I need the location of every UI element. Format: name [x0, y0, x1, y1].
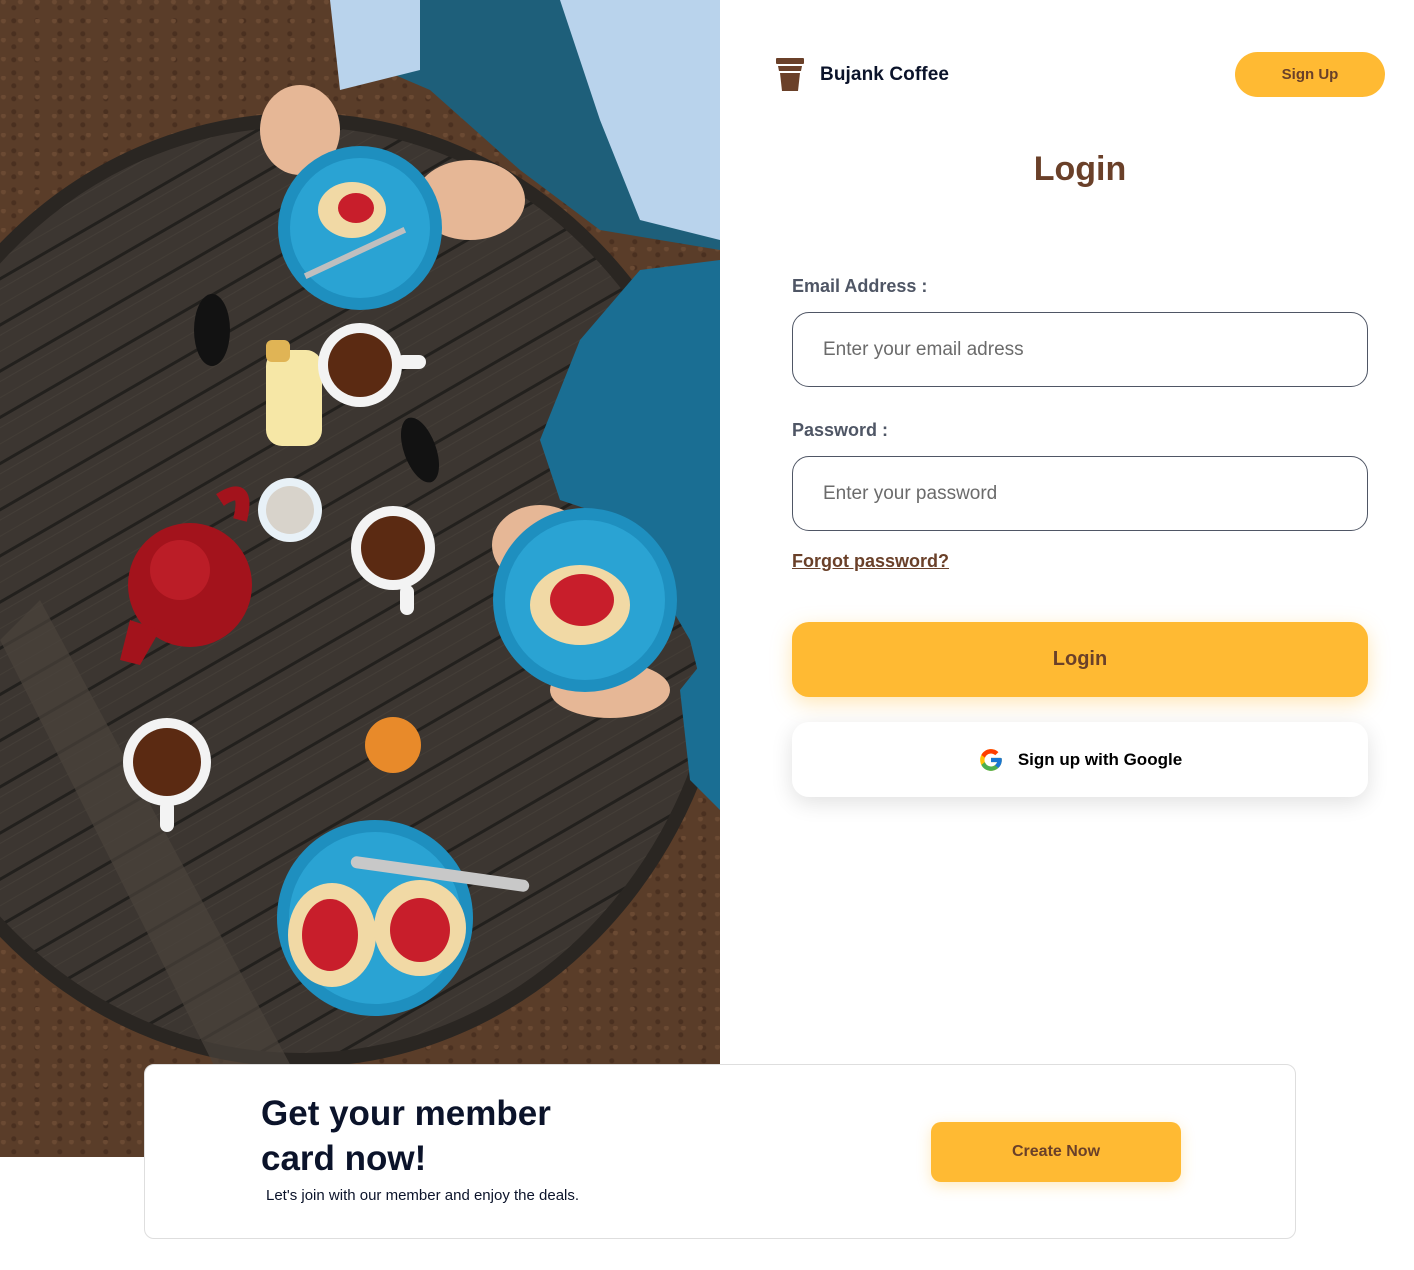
google-g-icon	[979, 748, 1002, 771]
brand-name: Bujank Coffee	[820, 64, 950, 85]
password-input[interactable]	[792, 456, 1368, 531]
member-card-banner: Get your member card now! Let's join wit…	[144, 1064, 1296, 1239]
password-label: Password :	[792, 420, 889, 440]
email-label: Email Address :	[792, 276, 928, 296]
page-title: Login	[1033, 150, 1127, 188]
member-card-title: Get your member card now!	[261, 1094, 551, 1178]
login-button[interactable]: Login	[792, 622, 1368, 697]
email-input[interactable]	[792, 312, 1368, 387]
create-now-button[interactable]: Create Now	[931, 1122, 1181, 1182]
google-signup-button[interactable]: Sign up with Google	[792, 722, 1368, 797]
cafe-table-illustration	[0, 0, 720, 1157]
hero-photo	[0, 0, 720, 1157]
forgot-password-link[interactable]: Forgot password?	[792, 551, 949, 572]
member-card-subtitle: Let's join with our member and enjoy the…	[266, 1187, 580, 1204]
brand[interactable]: Bujank Coffee	[774, 58, 949, 92]
coffee-cup-icon	[776, 58, 804, 91]
sign-up-button[interactable]: Sign Up	[1235, 52, 1385, 97]
google-button-label: Sign up with Google	[1017, 749, 1183, 769]
